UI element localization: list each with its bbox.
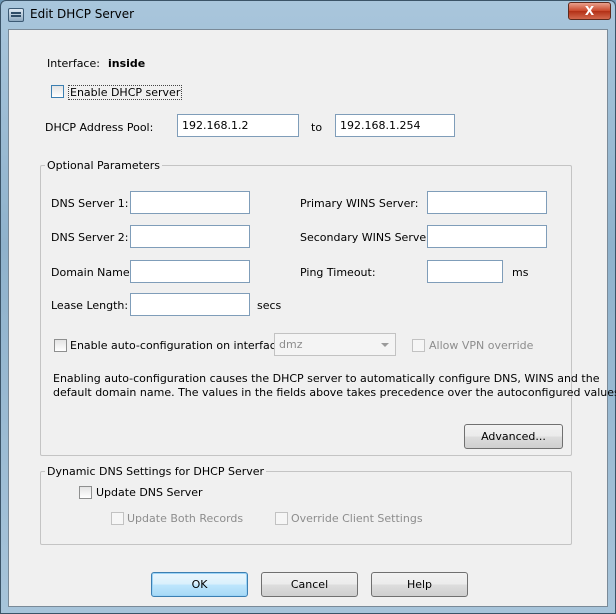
- dns-server-1-input[interactable]: [130, 191, 250, 214]
- update-dns-server-checkbox[interactable]: [79, 486, 92, 499]
- dialog-body: Interface: inside Enable DHCP server DHC…: [8, 29, 616, 607]
- auto-config-info-line-2: default domain name. The values in the f…: [53, 386, 616, 399]
- optional-parameters-legend: Optional Parameters: [45, 159, 162, 172]
- address-pool-label: DHCP Address Pool:: [45, 121, 154, 134]
- lease-length-label: Lease Length:: [51, 299, 129, 312]
- auto-config-interface-select[interactable]: dmz: [274, 333, 396, 356]
- dns-server-2-input[interactable]: [130, 225, 250, 248]
- auto-config-interface-value: dmz: [279, 338, 303, 351]
- ping-timeout-label: Ping Timeout:: [300, 266, 376, 279]
- enable-dhcp-label[interactable]: Enable DHCP server: [68, 85, 183, 100]
- close-button[interactable]: X: [568, 2, 611, 20]
- dns-server-1-label: DNS Server 1:: [51, 197, 129, 210]
- pool-start-input[interactable]: 192.168.1.2: [177, 114, 299, 137]
- auto-config-label: Enable auto-configuration on interface:: [70, 339, 287, 352]
- primary-wins-label: Primary WINS Server:: [300, 197, 419, 210]
- domain-name-input[interactable]: [130, 260, 250, 283]
- update-both-records-label: Update Both Records: [127, 512, 244, 525]
- window-title: Edit DHCP Server: [30, 7, 135, 21]
- vpn-override-checkbox[interactable]: [412, 339, 425, 352]
- auto-config-checkbox[interactable]: [54, 339, 67, 352]
- help-button[interactable]: Help: [371, 572, 468, 597]
- dynamic-dns-legend: Dynamic DNS Settings for DHCP Server: [45, 465, 267, 478]
- interface-label: Interface:: [47, 57, 100, 70]
- vpn-override-label: Allow VPN override: [429, 339, 534, 352]
- ping-timeout-unit: ms: [512, 266, 529, 279]
- dialog-window: Edit DHCP Server X Interface: inside Ena…: [0, 0, 616, 614]
- auto-config-info-line-1: Enabling auto-configuration causes the D…: [53, 372, 600, 385]
- override-client-settings-label: Override Client Settings: [291, 512, 423, 525]
- interface-value: inside: [108, 57, 146, 70]
- lease-length-unit: secs: [257, 299, 282, 312]
- secondary-wins-input[interactable]: [427, 225, 547, 248]
- override-client-settings-checkbox[interactable]: [275, 512, 288, 525]
- advanced-button[interactable]: Advanced...: [464, 424, 563, 449]
- pool-to-label: to: [311, 121, 323, 134]
- update-dns-server-label: Update DNS Server: [96, 486, 203, 499]
- secondary-wins-label: Secondary WINS Server:: [300, 231, 435, 244]
- dropdown-arrow-icon: [381, 343, 389, 347]
- cancel-button[interactable]: Cancel: [261, 572, 358, 597]
- ping-timeout-input[interactable]: [427, 260, 503, 283]
- pool-end-input[interactable]: 192.168.1.254: [335, 114, 455, 137]
- domain-name-label: Domain Name:: [51, 266, 134, 279]
- primary-wins-input[interactable]: [427, 191, 547, 214]
- title-bar[interactable]: Edit DHCP Server X: [1, 1, 615, 29]
- ok-button[interactable]: OK: [151, 572, 248, 597]
- dns-server-2-label: DNS Server 2:: [51, 231, 129, 244]
- lease-length-input[interactable]: [130, 293, 250, 316]
- app-icon: [8, 8, 24, 22]
- dynamic-dns-group: [40, 471, 572, 545]
- enable-dhcp-checkbox[interactable]: [51, 85, 64, 98]
- update-both-records-checkbox[interactable]: [111, 512, 124, 525]
